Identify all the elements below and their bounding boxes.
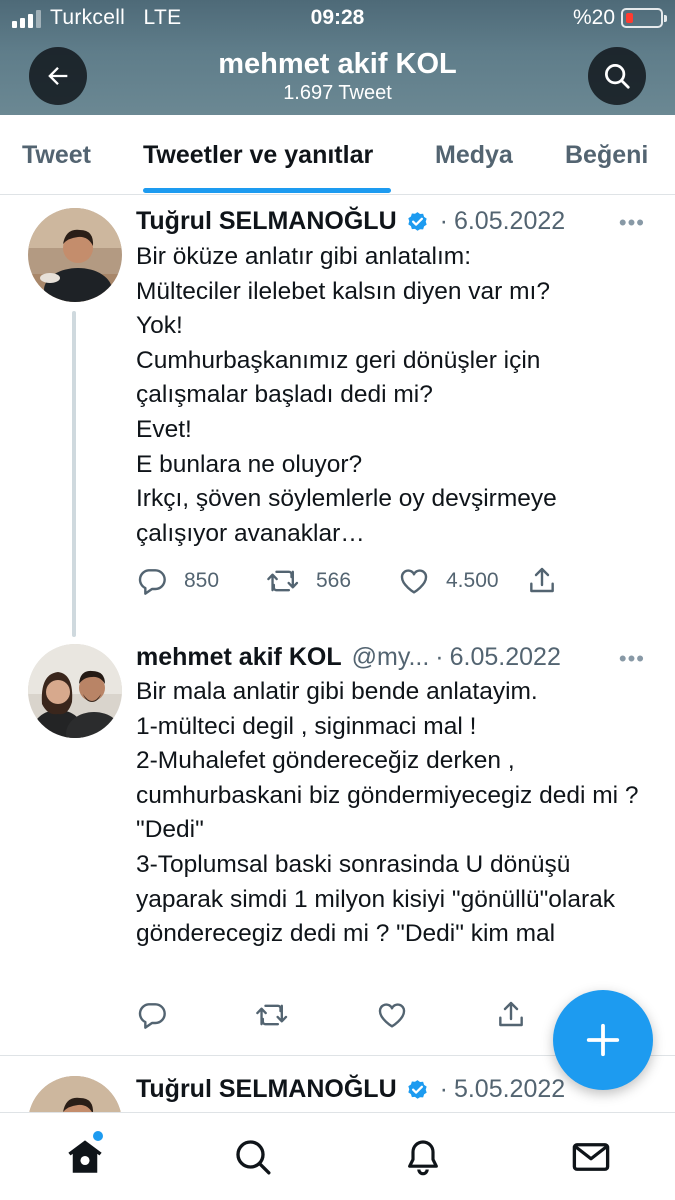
profile-header: Turkcell LTE 09:28 %20 mehmet akif KOL 1…: [0, 0, 675, 115]
heart-icon: [378, 1003, 406, 1028]
reply-button[interactable]: 850: [136, 565, 219, 597]
share-button[interactable]: [526, 565, 558, 597]
tweet-text: Bir mala anlatir gibi bende anlatayim. 1…: [136, 678, 639, 948]
author-name[interactable]: mehmet akif KOL: [136, 643, 342, 672]
reply-count: 850: [184, 569, 220, 592]
reply-button[interactable]: [136, 999, 168, 1031]
like-button[interactable]: 4.500: [398, 565, 499, 597]
battery-percent: %20: [572, 6, 615, 29]
nav-home[interactable]: [63, 1135, 107, 1179]
author-name[interactable]: Tuğrul SELMANOĞLU: [136, 1075, 397, 1104]
tweet-date[interactable]: 6.05.2022: [454, 207, 565, 236]
retweet-button[interactable]: 566: [266, 565, 351, 597]
share-button[interactable]: [495, 999, 527, 1031]
tab-media[interactable]: Medya: [435, 141, 513, 170]
tab-tweets[interactable]: Tweet: [22, 141, 91, 170]
tweet-date[interactable]: 6.05.2022: [450, 643, 561, 672]
nav-notifications[interactable]: [401, 1135, 445, 1179]
share-icon: [530, 567, 554, 593]
retweet-icon: [267, 570, 299, 592]
tweet-header: Tuğrul SELMANOĞLU · 6.05.2022: [136, 207, 565, 236]
nav-messages[interactable]: [569, 1135, 613, 1179]
share-icon: [499, 1001, 523, 1027]
search-icon: [236, 1140, 271, 1175]
separator-dot: ·: [439, 1075, 448, 1103]
reply-icon: [138, 569, 166, 595]
retweet-count: 566: [316, 569, 352, 592]
verified-badge-icon: [405, 1077, 430, 1102]
reply-icon: [138, 1003, 166, 1029]
mail-icon: [572, 1143, 610, 1171]
tab-likes[interactable]: Beğeni: [565, 141, 648, 170]
heart-icon: [400, 569, 428, 594]
profile-tabs: Tweet Tweetler ve yanıtlar Medya Beğeni: [0, 115, 675, 195]
home-icon: [68, 1140, 102, 1173]
thread-connector: [72, 311, 76, 637]
status-bar: Turkcell LTE 09:28 %20: [0, 0, 675, 38]
tab-tweets-and-replies[interactable]: Tweetler ve yanıtlar: [143, 141, 373, 170]
compose-tweet-button[interactable]: [553, 990, 653, 1090]
plus-icon: [586, 1023, 620, 1057]
separator-dot: ·: [439, 207, 448, 235]
active-tab-indicator: [143, 188, 391, 193]
avatar[interactable]: [28, 208, 122, 302]
author-handle[interactable]: @my...: [352, 643, 430, 672]
tweet-date[interactable]: 5.05.2022: [454, 1075, 565, 1104]
avatar[interactable]: [28, 644, 122, 738]
tweet-header: mehmet akif KOL @my... · 6.05.2022: [136, 643, 561, 672]
search-button[interactable]: [588, 47, 646, 105]
author-name[interactable]: Tuğrul SELMANOĞLU: [136, 207, 397, 236]
more-options-button[interactable]: •••: [619, 210, 645, 236]
battery-icon: [621, 8, 667, 28]
like-button[interactable]: [376, 999, 408, 1031]
retweet-button[interactable]: [255, 999, 289, 1031]
bottom-navigation: [0, 1112, 675, 1200]
nav-search[interactable]: [231, 1135, 275, 1179]
retweet-icon: [256, 1004, 288, 1026]
separator-dot: ·: [435, 643, 444, 671]
verified-badge-icon: [405, 209, 430, 234]
tweet-header: Tuğrul SELMANOĞLU · 5.05.2022: [136, 1075, 565, 1104]
like-count: 4.500: [446, 569, 499, 592]
new-content-dot: [93, 1131, 103, 1141]
more-options-button[interactable]: •••: [619, 646, 645, 672]
search-icon: [605, 64, 630, 89]
tweet-count: 1.697 Tweet: [283, 82, 392, 104]
bell-icon: [408, 1140, 438, 1176]
profile-name: mehmet akif KOL: [218, 48, 457, 80]
tweet-text: Bir öküze anlatır gibi anlatalım: Mültec…: [136, 243, 557, 547]
